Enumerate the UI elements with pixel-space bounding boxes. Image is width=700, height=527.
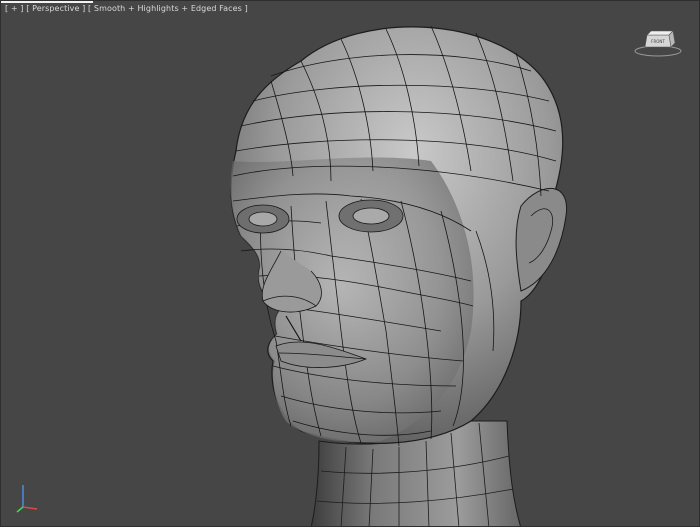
- axis-tripod-icon: [16, 485, 38, 513]
- perspective-viewport[interactable]: [ + ] [ Perspective ] [ Smooth + Highlig…: [0, 0, 700, 527]
- ear-mesh: [515, 188, 567, 292]
- head-mesh-render[interactable]: [1, 1, 700, 527]
- viewcube-icon[interactable]: FRONT: [633, 27, 683, 57]
- svg-text:FRONT: FRONT: [651, 39, 665, 44]
